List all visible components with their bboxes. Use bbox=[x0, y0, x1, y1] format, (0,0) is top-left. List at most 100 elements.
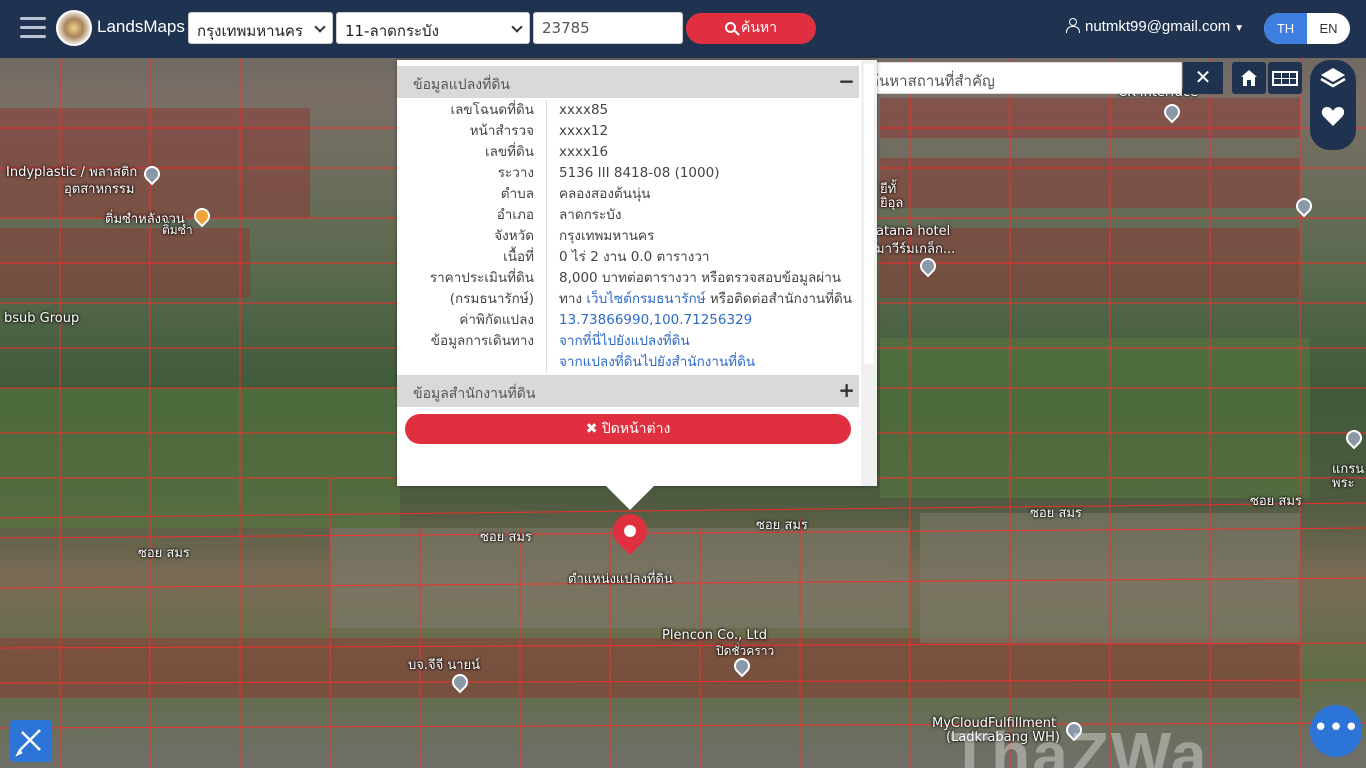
row-value: 8,000 บาทต่อตารางวา หรือตรวจสอบข้อมูลผ่า… bbox=[559, 270, 841, 286]
province-select-value: กรุงเทพมหานคร bbox=[197, 22, 303, 40]
directions-to-parcel-link[interactable]: จากที่นี่ไปยังแปลงที่ดิน bbox=[559, 333, 690, 349]
popup-pointer bbox=[606, 486, 654, 510]
table-row: (กรมธนารักษ์) ทาง เว็บไซต์กรมธนารักษ์ หรื… bbox=[397, 289, 859, 310]
row-key: อำเภอ bbox=[397, 205, 547, 226]
user-icon bbox=[1066, 18, 1080, 33]
row-value: 5136 III 8418-08 (1000) bbox=[559, 165, 720, 181]
section-parcel-info-title: ข้อมูลแปลงที่ดิน bbox=[413, 77, 511, 93]
hamburger-icon[interactable] bbox=[20, 17, 46, 39]
row-value: กรุงเทพมหานคร bbox=[559, 228, 655, 244]
table-row: ตำบล คลองสองต้นนุ่น bbox=[397, 184, 859, 205]
chevron-down-icon: ▼ bbox=[1234, 23, 1245, 34]
lang-en-button[interactable]: EN bbox=[1307, 13, 1350, 44]
map-tools bbox=[1310, 60, 1356, 150]
logo[interactable] bbox=[56, 10, 92, 46]
search-icon bbox=[724, 22, 736, 33]
section-land-office-title: ข้อมูลสำนักงานที่ดิน bbox=[413, 386, 536, 402]
row-key: หน้าสำรวจ bbox=[397, 121, 547, 142]
top-navbar: LandsMaps กรุงเทพมหานคร 11-ลาดกระบัง 237… bbox=[0, 0, 1366, 58]
map-label-dimsum2: ติ่มซำ bbox=[162, 223, 193, 237]
map-label-soi: ซอย สมร bbox=[480, 530, 532, 545]
grid-button[interactable] bbox=[1268, 62, 1302, 94]
row-value: xxxx12 bbox=[559, 123, 609, 139]
row-value: xxxx16 bbox=[559, 144, 609, 160]
row-key bbox=[397, 352, 547, 373]
row-key: (กรมธนารักษ์) bbox=[397, 289, 547, 310]
chevron-down-icon bbox=[511, 21, 523, 33]
user-menu[interactable]: nutmkt99@gmail.com ▼ bbox=[1066, 18, 1244, 35]
parcel-info-popup: ข้อมูลแปลงที่ดิน − เลขโฉนดที่ดิน xxxx85 ห… bbox=[397, 60, 877, 486]
collapse-icon[interactable]: − bbox=[838, 69, 855, 93]
lang-th-button[interactable]: TH bbox=[1264, 13, 1307, 44]
row-key: ข้อมูลการเดินทาง bbox=[397, 331, 547, 352]
table-row: เลขที่ดิน xxxx16 bbox=[397, 142, 859, 163]
row-value: xxxx85 bbox=[559, 102, 609, 118]
row-key: ค่าพิกัดแปลง bbox=[397, 310, 547, 331]
directions-to-office-link[interactable]: จากแปลงที่ดินไปยังสำนักงานที่ดิน bbox=[559, 354, 755, 370]
row-value: ทาง เว็บไซต์กรมธนารักษ์ หรือติดต่อสำนักง… bbox=[547, 289, 852, 310]
user-email: nutmkt99@gmail.com bbox=[1085, 18, 1231, 35]
map-label-soi: ซอย สมร bbox=[138, 546, 190, 561]
parcel-number-input[interactable]: 23785 bbox=[533, 12, 683, 44]
table-row: จากแปลงที่ดินไปยังสำนักงานที่ดิน bbox=[397, 352, 859, 373]
search-button[interactable]: ค้นหา bbox=[686, 13, 816, 44]
table-row: ราคาประเมินที่ดิน 8,000 บาทต่อตารางวา หรื… bbox=[397, 268, 859, 289]
district-select[interactable]: 11-ลาดกระบัง bbox=[336, 12, 530, 44]
row-value: คลองสองต้นนุ่น bbox=[559, 186, 651, 202]
ruler-pencil-icon[interactable] bbox=[10, 720, 52, 762]
table-row: อำเภอ ลาดกระบัง bbox=[397, 205, 859, 226]
close-icon[interactable]: ✕ bbox=[1183, 62, 1223, 94]
treasury-website-link[interactable]: เว็บไซต์กรมธนารักษ์ bbox=[586, 291, 705, 307]
map-label-plencon: Plencon Co., Ltd bbox=[662, 628, 767, 643]
chat-icon[interactable]: ••• bbox=[1310, 705, 1362, 757]
map-label-industry: อุตสาหกรรม bbox=[64, 182, 135, 197]
map-label-parcel-position: ตำแหน่งแปลงที่ดิน bbox=[568, 572, 673, 587]
grid-icon bbox=[1272, 71, 1298, 86]
map-label-soi: ซอย สมร bbox=[1250, 494, 1302, 509]
table-row: จังหวัด กรุงเทพมหานคร bbox=[397, 226, 859, 247]
layers-icon[interactable] bbox=[1320, 68, 1346, 88]
row-key: ระวาง bbox=[397, 163, 547, 184]
row-key: เลขโฉนดที่ดิน bbox=[397, 100, 547, 121]
close-popup-button[interactable]: ✖ ปิดหน้าต่าง bbox=[405, 414, 851, 444]
province-select[interactable]: กรุงเทพมหานคร bbox=[188, 12, 333, 44]
heart-icon[interactable] bbox=[1321, 107, 1345, 126]
section-parcel-info[interactable]: ข้อมูลแปลงที่ดิน − bbox=[397, 66, 859, 98]
section-land-office[interactable]: ข้อมูลสำนักงานที่ดิน + bbox=[397, 375, 859, 407]
brand-name[interactable]: LandsMaps bbox=[97, 17, 185, 37]
row-value: 0 ไร่ 2 งาน 0.0 ตารางวา bbox=[559, 249, 710, 265]
popup-scrollbar[interactable] bbox=[861, 60, 877, 486]
row-key: จังหวัด bbox=[397, 226, 547, 247]
map-label-bjj: บจ.จีจี นายน์ bbox=[408, 658, 481, 673]
home-button[interactable] bbox=[1232, 62, 1266, 94]
map-label-bsub: bsub Group bbox=[4, 311, 80, 326]
coordinates-link[interactable]: 13.73866990,100.71256329 bbox=[559, 312, 752, 328]
expand-icon[interactable]: + bbox=[838, 378, 855, 402]
place-search-input[interactable]: ค้นหาสถานที่สำคัญ bbox=[864, 62, 1182, 94]
chevron-down-icon bbox=[314, 21, 326, 33]
table-row: เลขโฉนดที่ดิน xxxx85 bbox=[397, 100, 859, 121]
parcel-info-table: เลขโฉนดที่ดิน xxxx85 หน้าสำรวจ xxxx12 เลขท… bbox=[397, 100, 859, 373]
table-row: ระวาง 5136 III 8418-08 (1000) bbox=[397, 163, 859, 184]
row-value: ลาดกระบัง bbox=[559, 207, 622, 223]
table-row: หน้าสำรวจ xxxx12 bbox=[397, 121, 859, 142]
row-key: ราคาประเมินที่ดิน bbox=[397, 268, 547, 289]
map-label-atana: atana hotel bbox=[876, 224, 951, 239]
map-label-atana2: มาวีร์มเกล็ก... bbox=[876, 242, 956, 257]
row-key: เลขที่ดิน bbox=[397, 142, 547, 163]
search-button-label: ค้นหา bbox=[740, 20, 778, 36]
row-value-text: ทาง bbox=[559, 291, 587, 307]
map-label-soi: ซอย สมร bbox=[756, 518, 808, 533]
row-key: เนื้อที่ bbox=[397, 247, 547, 268]
map-label-soi: ซอย สมร bbox=[1030, 506, 1082, 521]
map-label-pra2: พระ bbox=[1332, 476, 1355, 491]
watermark: ThaZWa bbox=[950, 719, 1209, 768]
table-row: ข้อมูลการเดินทาง จากที่นี่ไปยังแปลงที่ดิน bbox=[397, 331, 859, 352]
home-icon bbox=[1241, 70, 1257, 86]
table-row: เนื้อที่ 0 ไร่ 2 งาน 0.0 ตารางวา bbox=[397, 247, 859, 268]
district-select-value: 11-ลาดกระบัง bbox=[345, 22, 439, 40]
row-key: ตำบล bbox=[397, 184, 547, 205]
table-row: ค่าพิกัดแปลง 13.73866990,100.71256329 bbox=[397, 310, 859, 331]
language-toggle[interactable]: TH EN bbox=[1264, 13, 1350, 44]
row-value-text: หรือติดต่อสำนักงานที่ดิน bbox=[705, 291, 853, 307]
